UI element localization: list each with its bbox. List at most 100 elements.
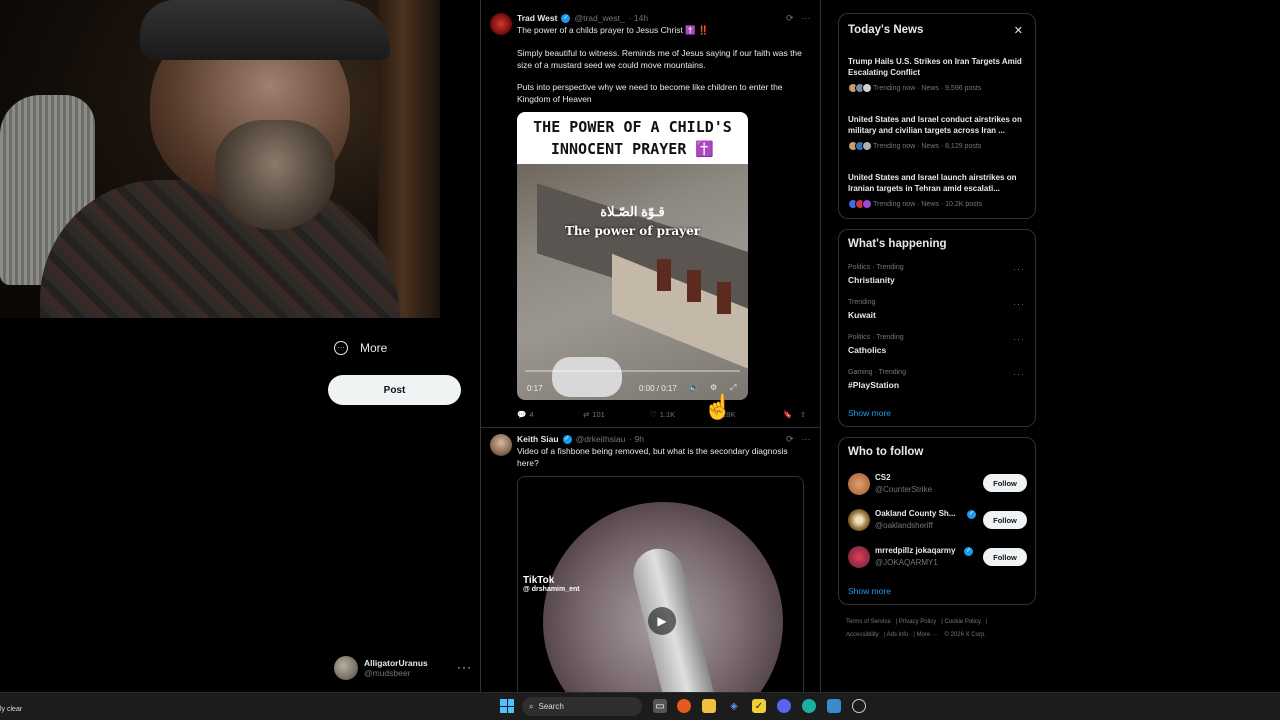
- follow-name[interactable]: mrredpillz jokaqarmy: [875, 546, 955, 555]
- tweet-video[interactable]: THE POWER OF A CHILD'S INNOCENT PRAYER ✝…: [517, 112, 748, 400]
- app-icon[interactable]: ◈: [727, 699, 741, 713]
- mute-icon[interactable]: 🔈: [689, 383, 699, 392]
- footer-link-privacy[interactable]: Privacy Policy: [899, 619, 936, 625]
- file-explorer-icon[interactable]: [702, 699, 716, 713]
- like-button[interactable]: ♡ 1.1K: [650, 410, 675, 419]
- webcam-overlay: [0, 0, 440, 318]
- obs-icon[interactable]: [852, 699, 866, 713]
- tweet-top-icons: ⟳ ···: [786, 434, 811, 445]
- close-icon[interactable]: ✕: [1014, 24, 1023, 37]
- account-more-icon[interactable]: ···: [457, 660, 472, 674]
- follow-button[interactable]: Follow: [983, 511, 1027, 529]
- trend-more-icon[interactable]: ···: [1013, 299, 1025, 309]
- bookmark-icon[interactable]: 🔖: [783, 410, 792, 419]
- nav-more[interactable]: ··· More: [334, 338, 464, 358]
- whats-happening-title: What's happening: [848, 238, 947, 250]
- tweet-more-icon[interactable]: ···: [802, 13, 811, 24]
- todays-news-card: Today's News ✕ Trump Hails U.S. Strikes …: [838, 13, 1036, 219]
- video-caption-arabic: قـوّة الصّـلاة: [600, 204, 665, 219]
- whats-happening-card: What's happening Politics · Trending Chr…: [838, 229, 1036, 427]
- tweet-more-icon[interactable]: ···: [802, 434, 811, 445]
- grok-icon[interactable]: ⟳: [786, 13, 794, 24]
- video-banner-line2: INNOCENT PRAYER ✝️: [550, 140, 715, 158]
- taskbar-search-label: Search: [538, 702, 564, 711]
- follow-handle: @JOKAQARMY1: [875, 558, 938, 567]
- trend-more-icon[interactable]: ···: [1013, 334, 1025, 344]
- video-progress-bar[interactable]: [525, 370, 740, 372]
- account-switcher[interactable]: AlligatorUranus @mudsbeer: [334, 654, 474, 682]
- footer-links: Terms of Service | Privacy Policy | Cookie…: [846, 619, 988, 638]
- windows-start-icon[interactable]: [500, 699, 514, 713]
- account-handle: @mudsbeer: [364, 668, 411, 678]
- app-icon[interactable]: [827, 699, 841, 713]
- trend-more-icon[interactable]: ···: [1013, 369, 1025, 379]
- tweet-author-name[interactable]: Trad West: [517, 13, 557, 23]
- tweet-video[interactable]: TikTok @ drshamim_ent ▶: [517, 476, 804, 692]
- trend-name[interactable]: Catholics: [848, 345, 886, 355]
- video-door: [657, 259, 671, 291]
- reply-button[interactable]: 💬 4: [517, 410, 534, 419]
- play-icon[interactable]: ▶: [648, 607, 676, 635]
- like-count: 1.1K: [659, 409, 676, 419]
- tiktok-user: @ drshamim_ent: [523, 586, 580, 593]
- account-name: AlligatorUranus: [364, 658, 428, 668]
- footer-link-accessibility[interactable]: Accessibility: [846, 632, 879, 638]
- taskbar-search[interactable]: ⌕ Search: [522, 697, 642, 716]
- share-icon[interactable]: ⇧: [800, 410, 806, 419]
- footer-copyright: © 2026 X Corp.: [944, 632, 986, 638]
- news-item-title[interactable]: United States and Israel launch airstrik…: [848, 172, 1030, 194]
- firefox-icon[interactable]: [677, 699, 691, 713]
- trend-name[interactable]: #PlayStation: [848, 380, 899, 390]
- more-icon: ···: [334, 341, 348, 355]
- trend-meta: Politics · Trending: [848, 264, 904, 271]
- follow-avatar[interactable]: [848, 473, 870, 495]
- footer-link-cookie[interactable]: Cookie Policy: [945, 619, 981, 625]
- follow-handle: @CounterStrike: [875, 485, 933, 494]
- settings-icon[interactable]: ⚙: [710, 383, 717, 392]
- follow-avatar[interactable]: [848, 546, 870, 568]
- follow-button[interactable]: Follow: [983, 474, 1027, 492]
- trend-meta: Gaming · Trending: [848, 369, 906, 376]
- happening-show-more[interactable]: Show more: [848, 408, 891, 418]
- footer-link-ads[interactable]: Ads info: [887, 632, 909, 638]
- tweet-time[interactable]: · 9h: [629, 434, 644, 444]
- notes-icon[interactable]: ✓: [752, 699, 766, 713]
- tweet-time[interactable]: · 14h: [629, 13, 648, 23]
- footer-link-terms[interactable]: Terms of Service: [846, 619, 891, 625]
- hand-cursor-icon: ☝: [703, 394, 733, 421]
- news-item-title[interactable]: United States and Israel conduct airstri…: [848, 114, 1030, 136]
- tweet-author-handle[interactable]: @drkeithsiau: [576, 434, 626, 444]
- heart-icon: ♡: [650, 409, 657, 419]
- video-caption-english: The power of prayer: [564, 224, 701, 238]
- post-button[interactable]: Post: [328, 375, 461, 405]
- follow-name[interactable]: CS2: [875, 473, 891, 482]
- follow-show-more[interactable]: Show more: [848, 586, 891, 596]
- tweet-author-name[interactable]: Keith Siau: [517, 434, 559, 444]
- edge-icon[interactable]: [802, 699, 816, 713]
- taskbar-weather[interactable]: ly clear: [0, 706, 22, 713]
- follow-button[interactable]: Follow: [983, 548, 1027, 566]
- task-view-icon[interactable]: ▭: [653, 699, 667, 713]
- trend-name[interactable]: Christianity: [848, 275, 895, 285]
- video-banner: THE POWER OF A CHILD'S INNOCENT PRAYER ✝…: [517, 112, 748, 164]
- follow-avatar[interactable]: [848, 509, 870, 531]
- follow-name[interactable]: Oakland County Sh...: [875, 509, 955, 518]
- tweet-avatar[interactable]: [490, 13, 512, 35]
- verified-badge-icon: ✓: [967, 510, 976, 519]
- nav-more-label: More: [360, 341, 388, 355]
- footer-link-more[interactable]: More ···: [917, 632, 938, 638]
- account-avatar: [334, 656, 358, 680]
- trend-name[interactable]: Kuwait: [848, 310, 876, 320]
- follow-handle: @oaklandsheriff: [875, 521, 933, 530]
- reply-count: 4: [529, 409, 534, 419]
- trend-more-icon[interactable]: ···: [1013, 264, 1025, 274]
- repost-button[interactable]: ⇄ 101: [583, 410, 605, 419]
- tweet-author-handle[interactable]: @trad_west_: [574, 13, 624, 23]
- news-item-title[interactable]: Trump Hails U.S. Strikes on Iran Targets…: [848, 56, 1030, 78]
- discord-icon[interactable]: [777, 699, 791, 713]
- tweet-avatar[interactable]: [490, 434, 512, 456]
- grok-icon[interactable]: ⟳: [786, 434, 794, 445]
- video-time-left: 0:17: [527, 384, 543, 393]
- news-item-meta: Trending now · News · 9,596 posts: [848, 83, 981, 93]
- fullscreen-icon[interactable]: ⤢: [730, 383, 736, 393]
